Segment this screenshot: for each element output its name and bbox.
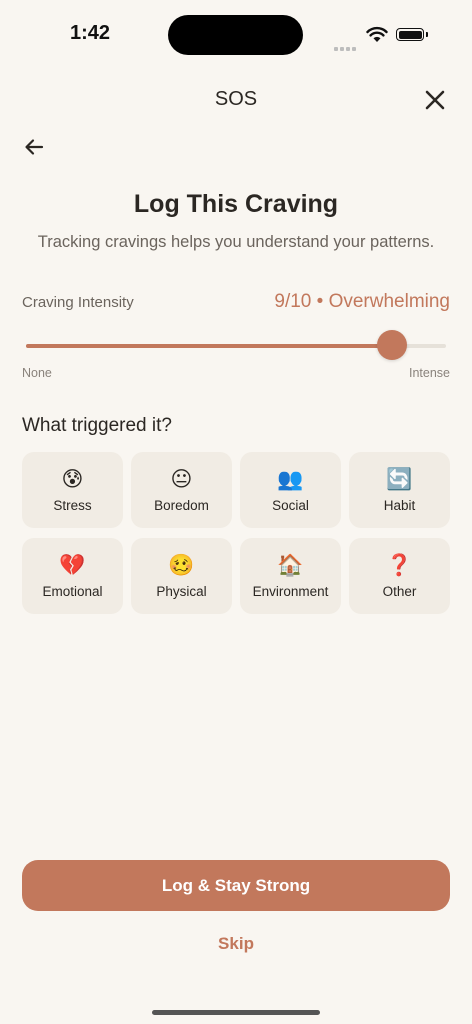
- neutral-face-icon: 😐: [170, 467, 193, 491]
- trigger-physical[interactable]: 🥴 Physical: [131, 538, 232, 614]
- trigger-label: Environment: [252, 583, 329, 599]
- trigger-emotional[interactable]: 💔 Emotional: [22, 538, 123, 614]
- intensity-label: Craving Intensity: [22, 294, 134, 311]
- trigger-label: Other: [382, 583, 417, 599]
- battery-icon: [396, 28, 424, 41]
- trigger-label: Boredom: [154, 497, 209, 513]
- anxious-face-icon: 😰: [61, 467, 84, 491]
- trigger-label: Social: [272, 497, 309, 513]
- home-indicator: [152, 1010, 320, 1015]
- status-time: 1:42: [70, 22, 111, 44]
- house-icon: 🏠: [277, 553, 304, 577]
- question-mark-icon: ❓: [386, 553, 413, 577]
- trigger-label: Habit: [383, 497, 416, 513]
- trigger-stress[interactable]: 😰 Stress: [22, 452, 123, 528]
- repeat-icon: 🔄: [386, 467, 413, 491]
- trigger-environment[interactable]: 🏠 Environment: [240, 538, 341, 614]
- trigger-habit[interactable]: 🔄 Habit: [349, 452, 450, 528]
- log-stay-strong-button[interactable]: Log & Stay Strong: [22, 860, 450, 911]
- wifi-icon: [366, 26, 388, 48]
- intensity-slider-thumb[interactable]: [377, 330, 407, 360]
- trigger-grid: 😰 Stress 😐 Boredom 👥 Social 🔄 Habit 💔 Em…: [22, 452, 450, 614]
- page-title: Log This Craving: [133, 190, 339, 218]
- intensity-slider-fill: [26, 344, 392, 348]
- trigger-boredom[interactable]: 😐 Boredom: [131, 452, 232, 528]
- battery-tip: [426, 32, 428, 37]
- slider-min-label: None: [22, 366, 52, 380]
- close-icon[interactable]: [424, 89, 446, 116]
- page-subtitle: Tracking cravings helps you understand y…: [37, 233, 435, 251]
- screen: 1:42 SOS Log This Craving Tracking cravi…: [0, 0, 472, 1024]
- header-title: SOS: [214, 88, 258, 110]
- trigger-label: Emotional: [42, 583, 103, 599]
- cellular-signal-icon: [334, 38, 358, 56]
- trigger-other[interactable]: ❓ Other: [349, 538, 450, 614]
- back-arrow-icon[interactable]: [24, 137, 44, 162]
- skip-button[interactable]: Skip: [0, 934, 472, 954]
- people-icon: 👥: [277, 467, 304, 491]
- dynamic-island: [168, 15, 303, 55]
- woozy-face-icon: 🥴: [168, 553, 195, 577]
- trigger-label: Physical: [156, 583, 207, 599]
- triggers-title: What triggered it?: [22, 415, 172, 436]
- slider-max-label: Intense: [408, 366, 450, 380]
- trigger-label: Stress: [53, 497, 92, 513]
- broken-heart-icon: 💔: [59, 553, 86, 577]
- intensity-value: 9/10 • Overwhelming: [274, 291, 450, 312]
- trigger-social[interactable]: 👥 Social: [240, 452, 341, 528]
